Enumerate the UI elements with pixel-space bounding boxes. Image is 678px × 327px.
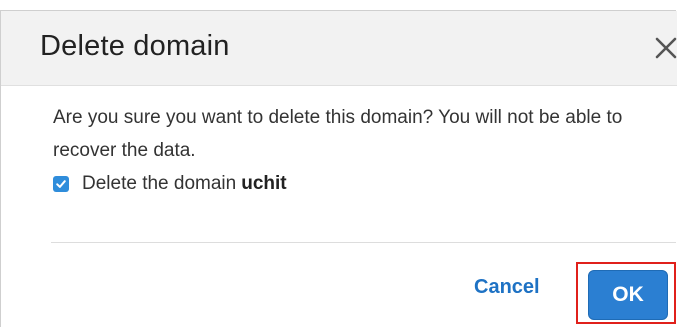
delete-domain-dialog: Delete domain (0, 10, 677, 327)
domain-name[interactable]: uchit (241, 173, 286, 195)
confirm-delete-checkbox[interactable] (53, 176, 69, 192)
close-icon (655, 37, 677, 59)
confirm-delete-row: Delete the domain uchit (53, 173, 287, 195)
confirmation-message: Are you sure you want to delete this dom… (53, 107, 623, 161)
confirm-delete-label[interactable]: Delete the domain (82, 173, 236, 195)
footer-divider (51, 242, 676, 243)
cancel-button[interactable]: Cancel (474, 276, 540, 299)
dialog-header: Delete domain (1, 11, 677, 86)
dialog-body: Are you sure you want to delete this dom… (53, 101, 653, 194)
ok-button[interactable]: OK (588, 270, 668, 320)
dialog-title: Delete domain (40, 30, 230, 62)
close-button[interactable] (651, 29, 678, 65)
checkmark-icon (56, 180, 66, 188)
